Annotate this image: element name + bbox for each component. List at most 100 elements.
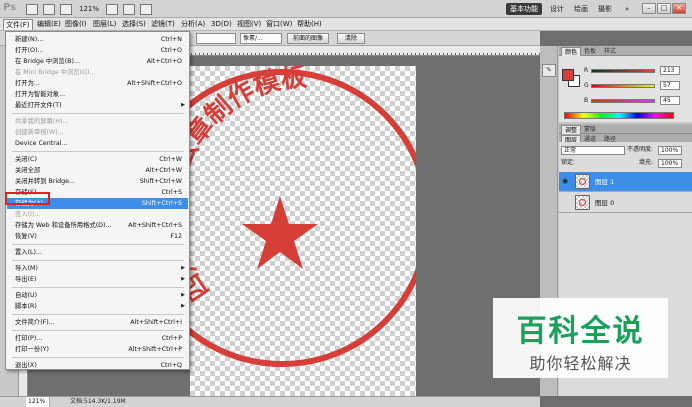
file-menu-item[interactable]: 文件简介(F)... Alt+Shift+Ctrl+I [7, 317, 188, 328]
menu-edit[interactable]: 编辑(E) [35, 19, 63, 30]
close-button[interactable]: ✕ [672, 3, 686, 14]
menu-filter[interactable]: 滤镜(T) [149, 19, 177, 30]
watermark-logo: 百科全说 [516, 314, 645, 349]
menu-item-label: 退出(X) [15, 362, 37, 369]
fill-field[interactable]: 100% [658, 159, 682, 168]
menu-item-shortcut: F12 [170, 233, 182, 240]
layer-name: 图层 1 [595, 178, 615, 186]
eye-icon[interactable]: ◉ [562, 178, 570, 185]
document-size-info[interactable]: 文档:514.3K/1.19M [70, 397, 126, 407]
file-menu-item[interactable]: 存储为 Web 和设备所用格式(D)... Alt+Shift+Ctrl+S [7, 220, 188, 231]
blue-value-field[interactable]: 45 [660, 96, 680, 105]
file-menu-item[interactable]: 脚本(R) ▶ [7, 301, 188, 312]
menu-item-label: 置入(L)... [15, 249, 43, 256]
file-menu-item[interactable]: 恢复(V) F12 [7, 231, 188, 242]
seal-star [242, 196, 318, 269]
menu-file[interactable]: 文件(F) [3, 19, 33, 30]
layer-row-layer-0[interactable]: 图层 0 [559, 193, 692, 213]
file-menu-item[interactable]: 打印一份(Y) Alt+Shift+Ctrl+P [7, 344, 188, 355]
file-menu-item[interactable]: 自动(U) ▶ [7, 290, 188, 301]
menu-item-label: 打开为智能对象... [15, 91, 66, 98]
red-slider[interactable] [591, 69, 655, 73]
lock-label: 锁定: [561, 159, 576, 166]
minimize-button[interactable]: – [642, 3, 656, 14]
file-menu-item[interactable]: 关闭并转到 Bridge... Shift+Ctrl+W [7, 176, 188, 187]
menu-item-label: 打开为... [15, 80, 40, 87]
blend-mode-select[interactable]: 正常 [561, 146, 625, 155]
screen-mode-icon[interactable] [140, 3, 153, 15]
status-zoom-field[interactable]: 121% [26, 397, 50, 407]
menu-view[interactable]: 视图(V) [235, 19, 263, 30]
submenu-arrow-icon: ▶ [181, 276, 185, 282]
color-panel-tabs: 颜色 色板 样式 [559, 46, 692, 56]
file-menu-item: 共享我的屏幕(H)... [7, 116, 188, 127]
tab-adjustments[interactable]: 调整 [561, 125, 582, 134]
tab-color[interactable]: 颜色 [561, 47, 582, 56]
file-menu-item[interactable]: 打开(O)... Ctrl+O [7, 45, 188, 56]
menu-image[interactable]: 图像(I) [63, 19, 89, 30]
menu-select[interactable]: 选择(S) [120, 19, 148, 30]
menu-item-label: 最近打开文件(T) [15, 102, 62, 109]
file-menu-item[interactable]: 新建(N)... Ctrl+N [7, 34, 188, 45]
file-menu-item[interactable]: 导入(M) ▶ [7, 263, 188, 274]
file-menu-item[interactable]: 置入(L)... [7, 247, 188, 258]
menu-separator [12, 314, 184, 315]
file-menu-item[interactable]: 打开为... Alt+Shift+Ctrl+O [7, 78, 188, 89]
tab-swatches[interactable]: 色板 [581, 47, 599, 56]
file-menu-item: 创建新审核(W)... [7, 127, 188, 138]
photoshop-logo: Ps [3, 2, 17, 13]
red-value-field[interactable]: 213 [660, 66, 680, 75]
file-menu-item[interactable]: 最近打开文件(T) ▶ [7, 100, 188, 111]
menu-3d[interactable]: 3D(D) [209, 19, 234, 30]
menu-item-label: 文件简介(F)... [15, 319, 55, 326]
tab-styles[interactable]: 样式 [601, 47, 619, 56]
layer-row-layer-1[interactable]: ◉ 图层 1 [559, 172, 692, 192]
file-menu-item[interactable]: 打印(P)... Ctrl+P [7, 333, 188, 344]
file-menu-item[interactable]: 退出(X) Ctrl+Q [7, 360, 188, 371]
green-value-field[interactable]: 57 [660, 81, 680, 90]
workspace-photography[interactable]: 摄影 [598, 3, 612, 15]
visibility-toggle-icon[interactable] [562, 199, 570, 206]
zoom-level-dropdown[interactable]: 121% [77, 5, 101, 13]
file-menu-item[interactable]: 打开为智能对象... [7, 89, 188, 100]
tab-masks[interactable]: 蒙版 [581, 125, 599, 134]
view-extras-icon[interactable] [60, 3, 72, 15]
brush-panel-icon[interactable]: ✎ [542, 64, 556, 77]
menu-window[interactable]: 窗口(W) [264, 19, 294, 30]
menu-item-label: 存储为 Web 和设备所用格式(D)... [15, 222, 112, 229]
document-canvas[interactable]: 四川主尚的公章制作模板 [190, 66, 416, 396]
file-menu-item[interactable]: 关闭(C) Ctrl+W [7, 154, 188, 165]
menu-item-label: 打印一份(Y) [15, 346, 49, 353]
clear-button[interactable]: 清除 [337, 33, 365, 44]
workspace-painting[interactable]: 绘画 [574, 3, 588, 15]
workspace-design[interactable]: 设计 [550, 3, 564, 15]
seal-arc-text: 四川主尚的公章制作模板 [190, 66, 308, 306]
menu-analysis[interactable]: 分析(A) [179, 19, 207, 30]
menu-layer[interactable]: 图层(L) [91, 19, 118, 30]
file-menu-item[interactable]: 导出(E) ▶ [7, 274, 188, 285]
front-image-button[interactable]: 前面的图像 [287, 33, 329, 44]
arrange-documents-icon[interactable] [123, 3, 136, 15]
menu-bar: 文件(F) 编辑(E) 图像(I) 图层(L) 选择(S) 滤镜(T) 分析(A… [0, 18, 692, 31]
file-menu-item[interactable]: 关闭全部 Alt+Ctrl+W [7, 165, 188, 176]
hand-tool-icon[interactable] [106, 3, 119, 15]
resolution-unit-select[interactable]: 像素/... [240, 33, 282, 44]
menu-item-shortcut: Alt+Shift+Ctrl+S [128, 222, 182, 229]
blue-slider[interactable] [591, 99, 655, 103]
file-menu-item[interactable]: Device Central... [7, 138, 188, 149]
bridge-launch-icon[interactable] [26, 3, 38, 15]
more-workspaces-icon[interactable]: » [622, 4, 632, 14]
opacity-field[interactable]: 100% [658, 146, 682, 155]
mini-bridge-icon[interactable] [43, 3, 55, 15]
green-slider[interactable] [591, 84, 655, 88]
color-spectrum-bar[interactable] [564, 112, 674, 119]
menu-help[interactable]: 帮助(H) [295, 19, 324, 30]
foreground-color-swatch[interactable] [562, 69, 574, 81]
menu-item-shortcut: Alt+Ctrl+W [145, 167, 182, 174]
menu-item-shortcut: Shift+Ctrl+S [141, 200, 182, 207]
menu-item-label: 共享我的屏幕(H)... [15, 118, 69, 125]
file-menu-item[interactable]: 在 Bridge 中浏览(B)... Alt+Ctrl+O [7, 56, 188, 67]
width-field[interactable] [196, 33, 236, 44]
restore-button[interactable]: □ [657, 3, 671, 14]
workspace-essentials-button[interactable]: 基本功能 [506, 3, 542, 15]
